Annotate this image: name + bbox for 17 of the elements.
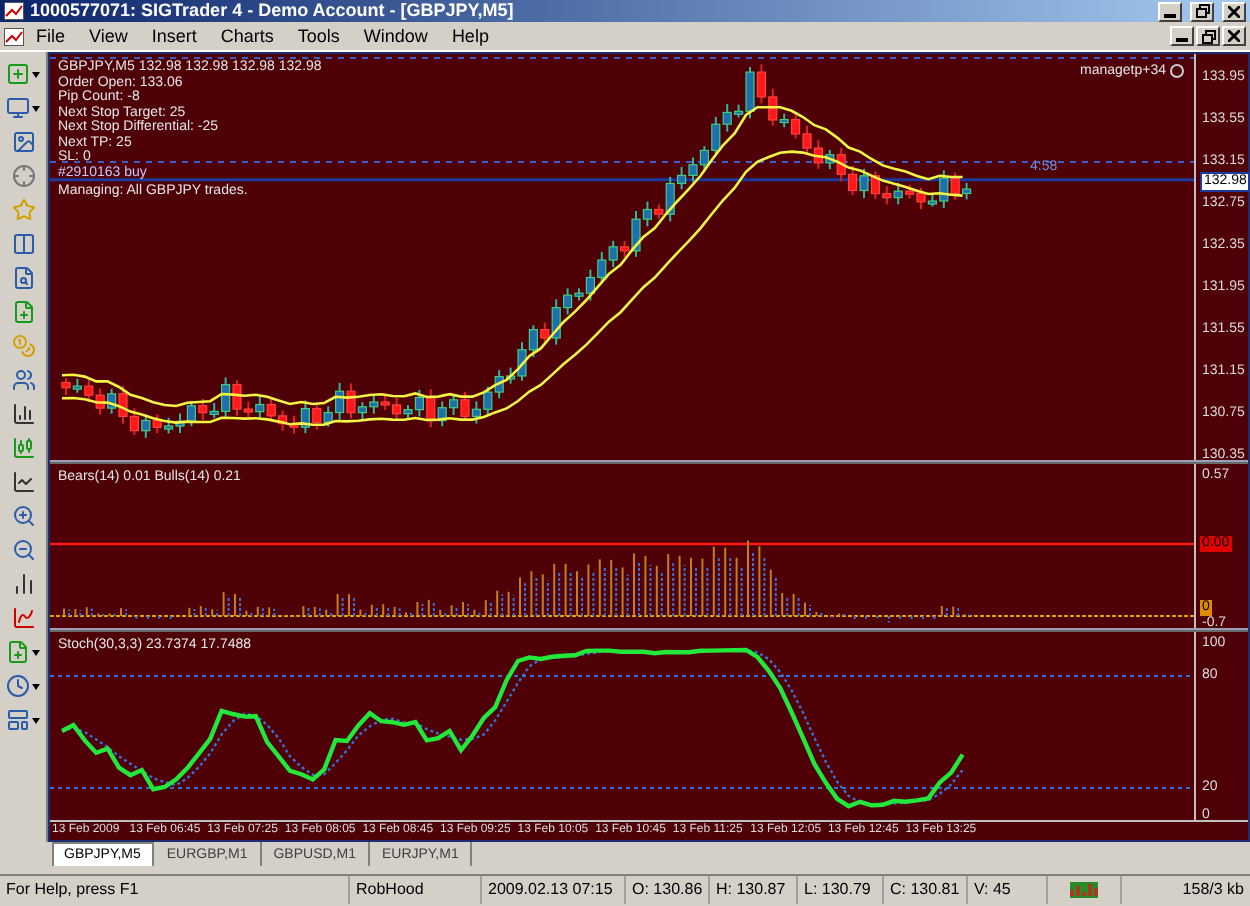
menu-item[interactable]: View (77, 26, 140, 46)
high-price: H: 130.87 (710, 876, 798, 904)
low-price: L: 130.79 (798, 876, 884, 904)
open-price: O: 130.86 (626, 876, 710, 904)
volume-text: V: 45 (968, 876, 1048, 904)
close-price: C: 130.81 (884, 876, 968, 904)
window-title: 1000577071: SIGTrader 4 - Demo Account - [GBPJPY,M5] (30, 0, 516, 22)
traffic-text: 158/3 kb (1180, 878, 1246, 902)
menu-item[interactable]: Help (439, 26, 501, 46)
menu-item[interactable]: Tools (285, 26, 352, 46)
menu-item[interactable]: Window (351, 26, 440, 46)
datetime-text: 2009.02.13 07:15 (482, 876, 626, 904)
help-text: For Help, press F1 (0, 876, 350, 904)
menu-item[interactable]: File (24, 26, 78, 46)
profile-name: RobHood (350, 876, 482, 904)
menu-item[interactable]: Insert (139, 26, 209, 46)
menu-item[interactable]: Charts (208, 26, 286, 46)
